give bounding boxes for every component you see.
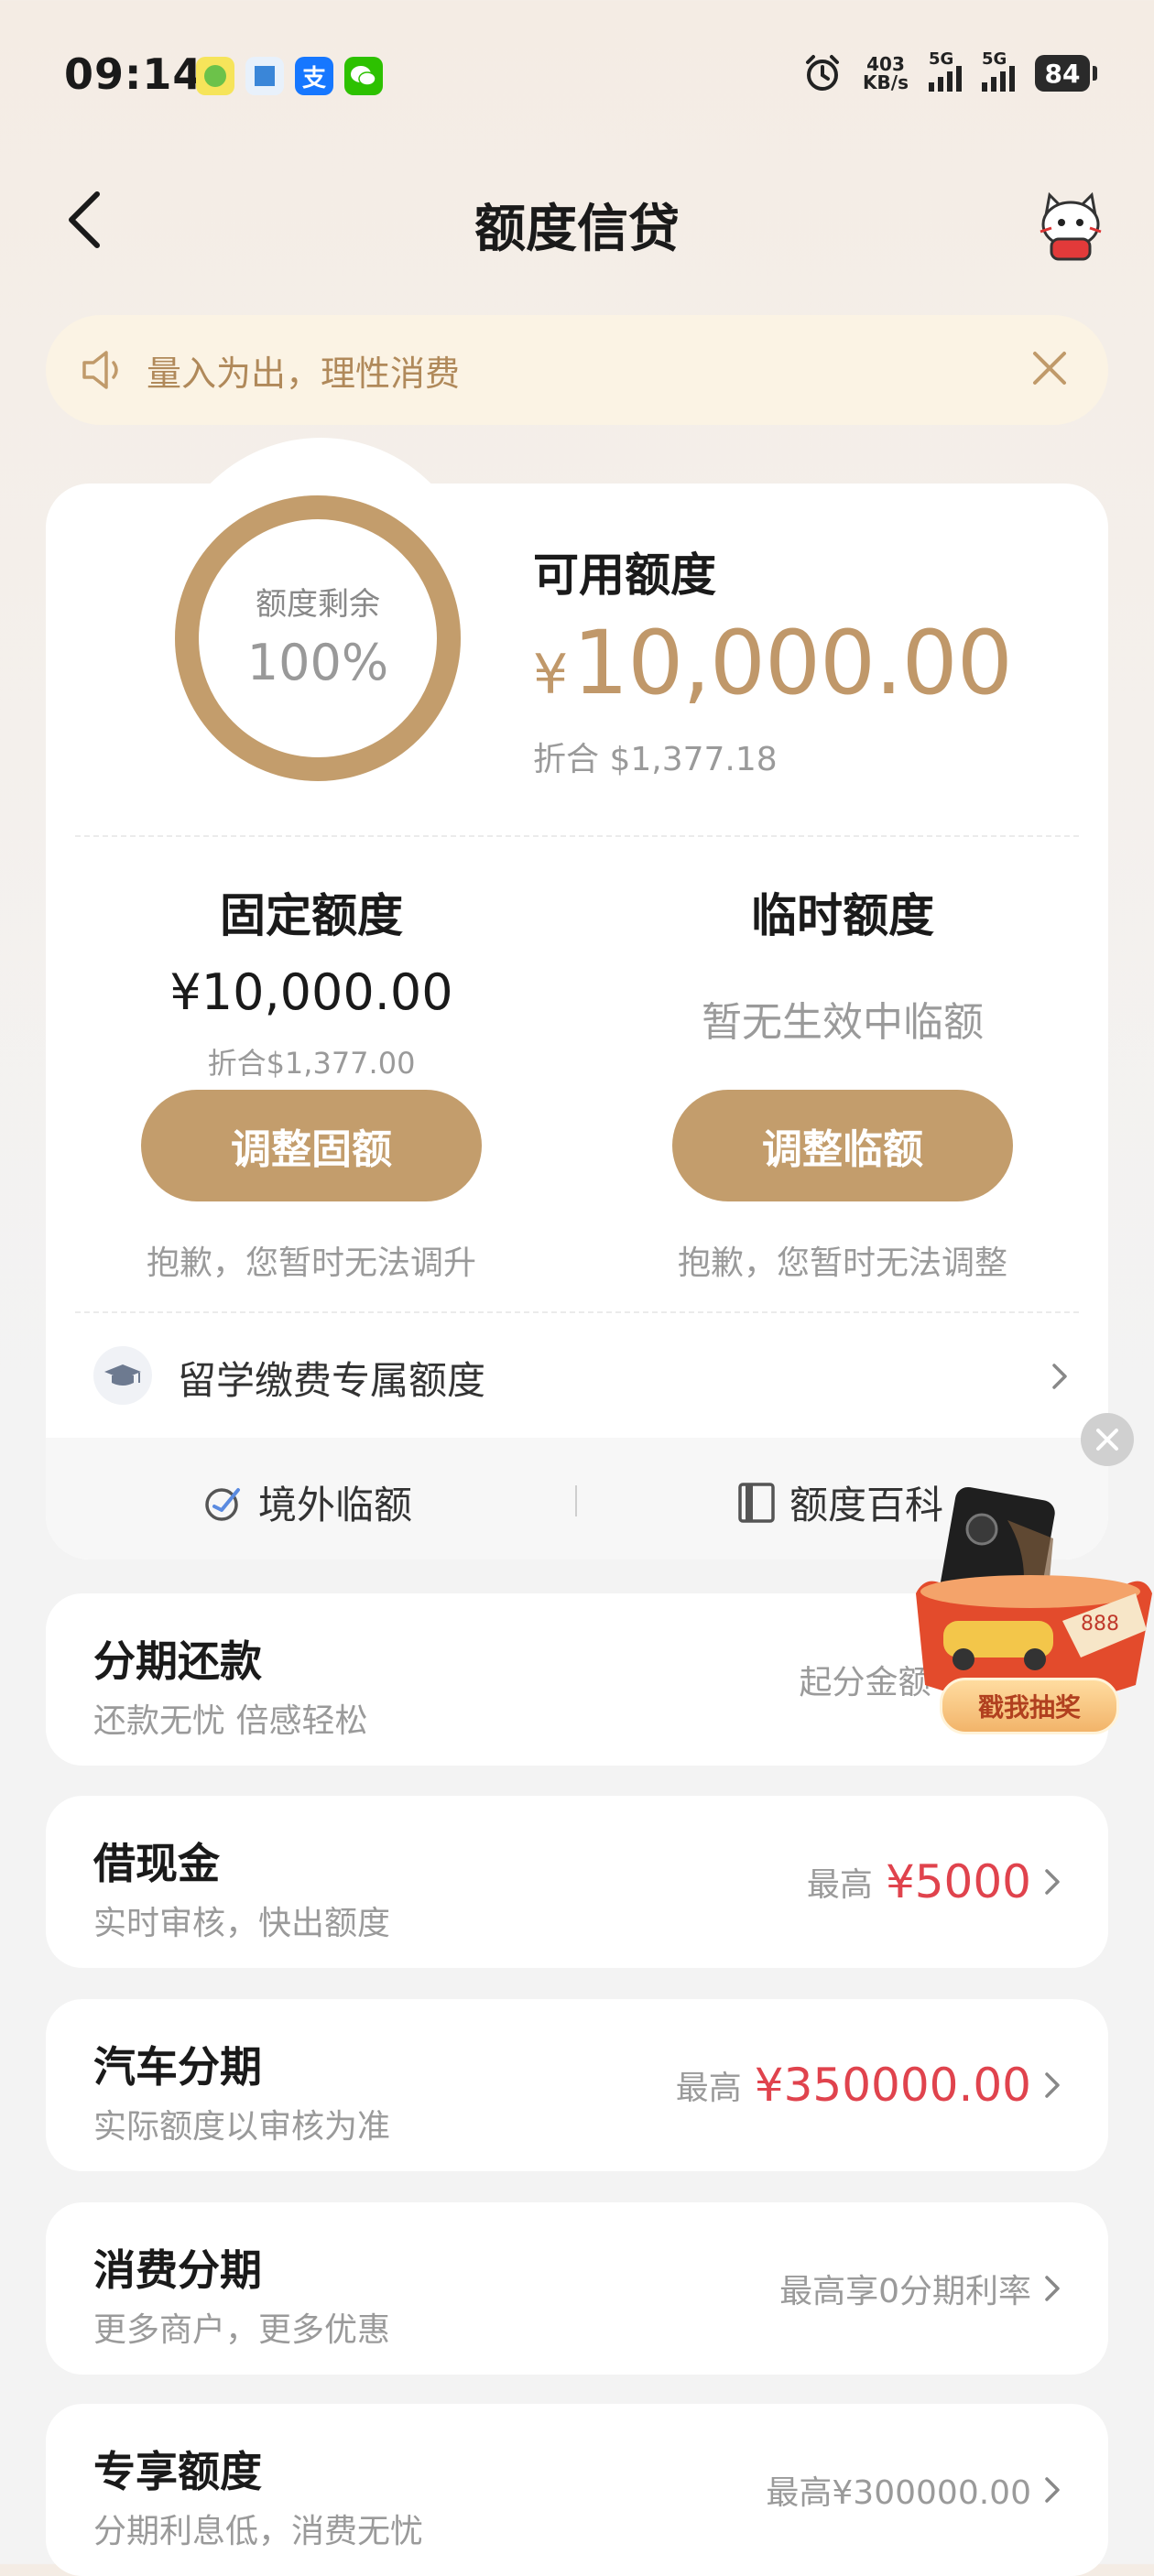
available-amount: ¥10,000.00 xyxy=(533,612,1013,714)
product-right: 最高 ¥5000 xyxy=(807,1796,1061,1968)
chevron-right-icon xyxy=(1045,2276,1060,2301)
net-speed-value: 403 xyxy=(866,53,905,75)
product-note: 最高享0分期利率 xyxy=(779,2273,1031,2310)
fixed-amount: ¥10,000.00 xyxy=(169,963,453,1021)
promo-badge: 888 xyxy=(1081,1613,1119,1636)
product-title: 借现金 xyxy=(93,1839,220,1888)
product-right: 最高享0分期利率 xyxy=(779,2202,1061,2375)
fixed-note: 抱歉，您暂时无法调升 xyxy=(146,1245,476,1282)
product-card-3[interactable]: 汽车分期 实际额度以审核为准 最高 ¥350000.00 xyxy=(46,1999,1108,2171)
status-right: 403 KB/s 5G 5G 84 xyxy=(802,49,1097,93)
chevron-right-icon xyxy=(1045,2477,1060,2503)
fixed-usd: 折合$1,377.00 xyxy=(207,1046,416,1081)
chevron-right-icon xyxy=(1052,1364,1067,1389)
divider xyxy=(75,1311,1079,1313)
temp-title: 临时额度 xyxy=(751,889,934,942)
product-title: 分期还款 xyxy=(93,1636,262,1686)
ring-label: 额度剩余 xyxy=(256,586,380,623)
app-icon-green xyxy=(196,57,234,95)
promo-close-button[interactable] xyxy=(1081,1413,1134,1466)
product-value: ¥350000.00 xyxy=(754,2059,1031,2112)
signal-1-icon: 5G xyxy=(929,49,962,92)
close-icon xyxy=(1096,1429,1118,1451)
available-label: 可用额度 xyxy=(533,549,716,602)
footer-separator xyxy=(575,1485,577,1516)
product-right: 最高 ¥350000.00 xyxy=(676,1999,1061,2171)
product-card-5[interactable]: 专享额度 分期利息低，消费无忧 最高¥300000.00 xyxy=(46,2404,1108,2576)
net-speed: 403 KB/s xyxy=(863,55,909,92)
product-subtitle: 更多商户，更多优惠 xyxy=(93,2311,391,2349)
globe-plane-icon xyxy=(205,1487,240,1521)
chevron-right-icon xyxy=(1045,1869,1060,1895)
product-note: 最高¥300000.00 xyxy=(766,2474,1031,2512)
status-bar: 09:14 支 403 KB/s 5G 5G 84 xyxy=(0,0,1154,156)
product-subtitle: 实时审核，快出额度 xyxy=(93,1905,391,1942)
chevron-right-icon xyxy=(1045,2072,1060,2098)
product-right: 最高¥300000.00 xyxy=(766,2404,1061,2576)
study-abroad-label: 留学缴费专属额度 xyxy=(178,1358,486,1403)
alarm-icon xyxy=(806,55,840,91)
available-usd: 折合 $1,377.18 xyxy=(533,741,778,778)
temp-note: 抱歉，您暂时无法调整 xyxy=(677,1245,1007,1282)
product-title: 消费分期 xyxy=(93,2245,262,2295)
fixed-credit: 固定额度 xyxy=(55,879,568,945)
product-card-4[interactable]: 消费分期 更多商户，更多优惠 最高享0分期利率 xyxy=(46,2202,1108,2375)
notice-text: 量入为出，理性消费 xyxy=(147,353,461,394)
adjust-temp-button[interactable]: 调整临额 xyxy=(672,1090,1013,1201)
notice-banner: 量入为出，理性消费 xyxy=(46,315,1108,425)
signal-2-label: 5G xyxy=(982,49,1007,69)
speaker-icon xyxy=(82,351,118,389)
product-card-2[interactable]: 借现金 实时审核，快出额度 最高 ¥5000 xyxy=(46,1796,1108,1968)
product-prefix: 最高 xyxy=(806,1866,873,1904)
book-icon xyxy=(738,1482,775,1523)
product-subtitle: 还款无忧 倍感轻松 xyxy=(93,1702,368,1740)
app-icon-blue xyxy=(245,57,284,95)
product-subtitle: 实际额度以审核为准 xyxy=(93,2108,391,2146)
product-subtitle: 分期利息低，消费无忧 xyxy=(93,2513,424,2550)
temp-status: 暂无生效中临额 xyxy=(702,999,984,1046)
page-title: 额度信贷 xyxy=(474,200,680,259)
available-amount-value: 10,000.00 xyxy=(572,612,1013,714)
temp-credit: 临时额度 xyxy=(586,879,1099,945)
ring-value: 100% xyxy=(246,634,389,691)
status-time: 09:14 xyxy=(64,49,203,99)
alipay-icon: 支 xyxy=(295,57,333,95)
product-value: ¥5000 xyxy=(885,1855,1031,1908)
lottery-button[interactable]: 戳我抽奖 xyxy=(940,1678,1119,1734)
signal-1-label: 5G xyxy=(929,49,954,69)
mascot-icon[interactable] xyxy=(1033,188,1108,263)
product-prefix: 最高 xyxy=(675,2070,742,2107)
product-title: 汽车分期 xyxy=(93,2042,262,2092)
signal-2-icon: 5G xyxy=(982,49,1015,92)
graduation-cap-icon xyxy=(93,1346,152,1405)
divider xyxy=(75,835,1079,837)
overseas-temp-link[interactable]: 境外临额 xyxy=(201,1474,412,1530)
overseas-temp-label: 境外临额 xyxy=(258,1483,413,1527)
close-icon[interactable] xyxy=(1029,348,1070,388)
product-title: 专享额度 xyxy=(93,2447,262,2496)
battery-icon: 84 xyxy=(1035,55,1097,92)
wechat-icon xyxy=(344,57,383,95)
adjust-fixed-button[interactable]: 调整固额 xyxy=(141,1090,482,1201)
currency-symbol: ¥ xyxy=(533,643,568,707)
fixed-title: 固定额度 xyxy=(220,889,403,942)
net-speed-unit: KB/s xyxy=(863,71,909,93)
